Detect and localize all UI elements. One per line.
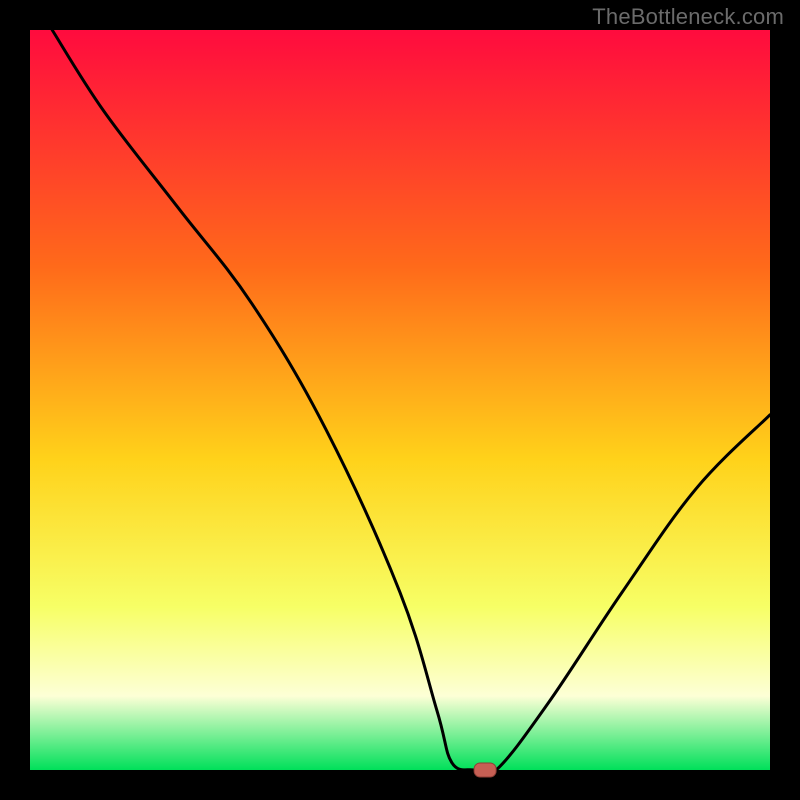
watermark-text: TheBottleneck.com bbox=[592, 4, 784, 30]
plot-background bbox=[30, 30, 770, 770]
bottleneck-plot bbox=[0, 0, 800, 800]
optimal-point-marker bbox=[474, 763, 496, 777]
chart-stage: TheBottleneck.com bbox=[0, 0, 800, 800]
